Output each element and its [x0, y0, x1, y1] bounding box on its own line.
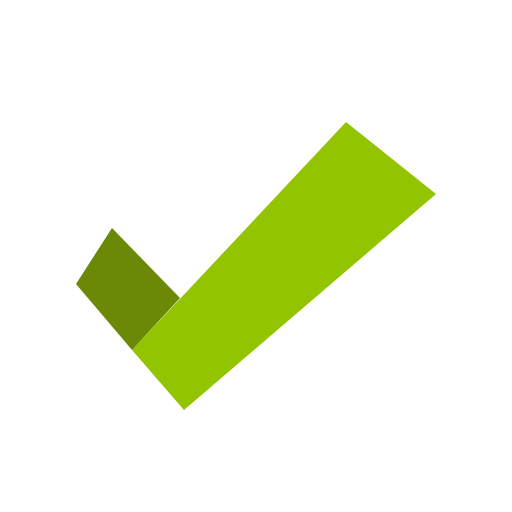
checkmark-long-stroke	[132, 122, 436, 410]
checkmark-icon	[76, 122, 436, 410]
app-icon-canvas	[0, 0, 512, 512]
